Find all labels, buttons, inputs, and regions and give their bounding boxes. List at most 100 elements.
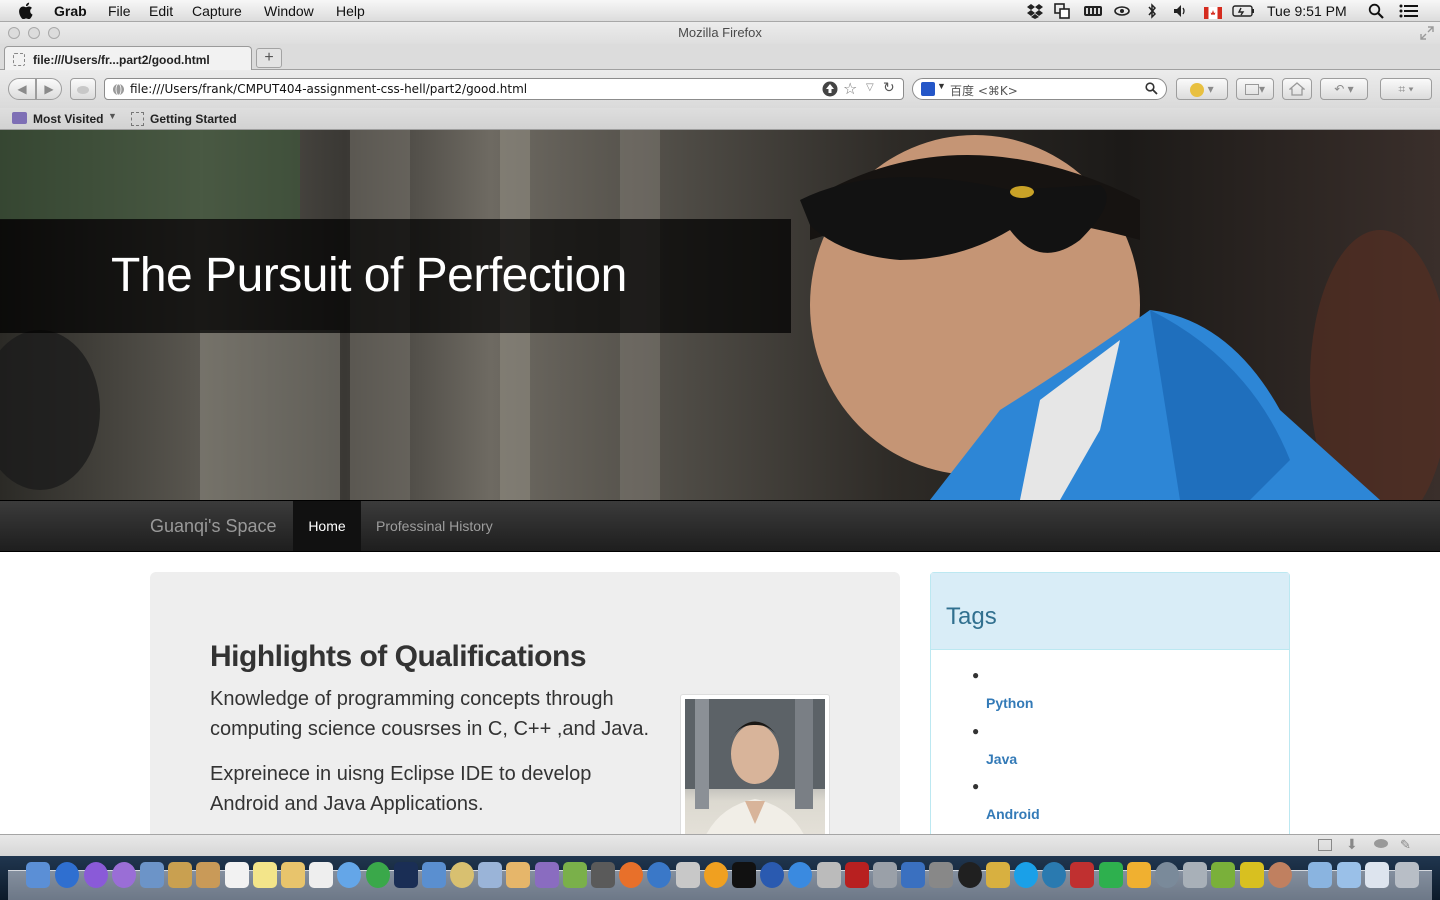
- documents-folder-icon[interactable]: [1337, 862, 1361, 888]
- rocket-icon[interactable]: [760, 862, 784, 888]
- zoom-window-button[interactable]: [48, 27, 60, 39]
- terminal-icon[interactable]: [732, 862, 756, 888]
- spotlight-search-icon[interactable]: [1368, 3, 1384, 19]
- baidu-engine-icon[interactable]: [921, 82, 935, 96]
- xcode-icon[interactable]: [422, 862, 446, 888]
- restore-icon[interactable]: [1318, 839, 1332, 851]
- qq-icon[interactable]: [958, 862, 982, 888]
- gear-icon[interactable]: [929, 862, 953, 888]
- dashboard-icon[interactable]: [1042, 862, 1066, 888]
- menu-file[interactable]: File: [108, 3, 131, 19]
- stickies-icon[interactable]: [1127, 862, 1151, 888]
- notes-icon[interactable]: [253, 862, 277, 888]
- stack-icon[interactable]: [168, 862, 192, 888]
- safari-icon[interactable]: [55, 862, 79, 888]
- feather-icon[interactable]: ✎: [1400, 837, 1411, 853]
- battery-icon[interactable]: [1232, 3, 1256, 19]
- sync-tabs-button[interactable]: [70, 78, 96, 100]
- downloads-folder-icon[interactable]: [1308, 862, 1332, 888]
- search-bar[interactable]: ▼ 百度 <⌘K>: [912, 78, 1167, 100]
- photos-icon[interactable]: [1183, 862, 1207, 888]
- database-icon[interactable]: [450, 862, 474, 888]
- wifi-app-icon[interactable]: [1240, 862, 1264, 888]
- brush-icon[interactable]: [873, 862, 897, 888]
- tag-link-android[interactable]: Android: [986, 806, 1040, 822]
- activity-icon[interactable]: [1155, 862, 1179, 888]
- photo-booth-icon[interactable]: [901, 862, 925, 888]
- bookmark-most-visited[interactable]: Most Visited: [33, 112, 103, 126]
- menu-help[interactable]: Help: [336, 3, 365, 19]
- contacts-icon[interactable]: [196, 862, 220, 888]
- ibooks-icon[interactable]: [704, 862, 728, 888]
- home-button[interactable]: [1282, 78, 1312, 100]
- undo-button[interactable]: ↶ ▾: [1320, 78, 1368, 100]
- chevron-down-icon[interactable]: ▼: [108, 111, 117, 121]
- imovie-icon[interactable]: [676, 862, 700, 888]
- back-button[interactable]: ◀: [8, 78, 36, 100]
- tag-link-python[interactable]: Python: [986, 695, 1033, 711]
- addon-button[interactable]: ▾: [1176, 78, 1228, 100]
- mission-control-icon[interactable]: [112, 862, 136, 888]
- firefox-icon[interactable]: [619, 862, 643, 888]
- tab-active[interactable]: file:///Users/fr...part2/good.html: [4, 46, 252, 71]
- dropbox-icon[interactable]: [1026, 3, 1044, 19]
- system-icon[interactable]: [817, 862, 841, 888]
- menu-window[interactable]: Window: [264, 3, 314, 19]
- nav-item-professional-history[interactable]: Professinal History: [376, 501, 493, 551]
- bookmark-star-icon[interactable]: ☆: [843, 79, 857, 98]
- messages-icon[interactable]: [337, 862, 361, 888]
- sync-icon[interactable]: [1113, 3, 1131, 19]
- utorrent-icon[interactable]: [366, 862, 390, 888]
- plane-icon[interactable]: [986, 862, 1010, 888]
- search-icon[interactable]: [1145, 82, 1158, 95]
- forward-button[interactable]: ▶: [36, 78, 62, 100]
- itunes-icon[interactable]: [647, 862, 671, 888]
- go-arrow-icon[interactable]: [822, 81, 838, 97]
- editor-icon[interactable]: [563, 862, 587, 888]
- tag-link-java[interactable]: Java: [986, 751, 1017, 767]
- site-brand[interactable]: Guanqi's Space: [150, 516, 277, 537]
- sketch-icon[interactable]: [506, 862, 530, 888]
- screenshot-button[interactable]: ▾: [1236, 78, 1274, 100]
- crop-button[interactable]: ⌗ ▾: [1380, 78, 1432, 100]
- disk-utility-icon[interactable]: [591, 862, 615, 888]
- trash-icon[interactable]: [1395, 862, 1419, 888]
- chart-app-icon[interactable]: [535, 862, 559, 888]
- addon-status-icon[interactable]: [1374, 839, 1388, 848]
- avatar-app-icon[interactable]: [1268, 862, 1292, 888]
- minimize-window-button[interactable]: [28, 27, 40, 39]
- network-icon[interactable]: [478, 862, 502, 888]
- finder-icon[interactable]: [26, 862, 50, 888]
- window-switcher-icon[interactable]: [1054, 3, 1070, 19]
- nav-item-home[interactable]: Home: [293, 501, 361, 551]
- launchpad-icon[interactable]: [84, 862, 108, 888]
- engine-dropdown-icon[interactable]: ▼: [937, 81, 946, 91]
- preview-icon[interactable]: [281, 862, 305, 888]
- mail-icon[interactable]: [140, 862, 164, 888]
- bluetooth-icon[interactable]: [1146, 3, 1158, 19]
- menubar-clock[interactable]: Tue 9:51 PM: [1267, 3, 1347, 19]
- script-editor-icon[interactable]: [1211, 862, 1235, 888]
- apple-menu-icon[interactable]: [19, 2, 35, 19]
- download-icon[interactable]: ⬇: [1346, 836, 1358, 853]
- skype-icon[interactable]: [1014, 862, 1038, 888]
- menu-app-name[interactable]: Grab: [54, 3, 87, 19]
- bookmark-getting-started[interactable]: Getting Started: [150, 112, 237, 126]
- menu-edit[interactable]: Edit: [149, 3, 173, 19]
- calendar-icon[interactable]: [225, 862, 249, 888]
- history-dropdown-icon[interactable]: ▽: [866, 82, 874, 93]
- filezilla-icon[interactable]: [845, 862, 869, 888]
- menu-capture[interactable]: Capture: [192, 3, 242, 19]
- reload-icon[interactable]: ↻: [883, 80, 895, 96]
- fullscreen-icon[interactable]: [1420, 26, 1434, 40]
- new-tab-button[interactable]: +: [256, 48, 282, 68]
- canada-flag-input-icon[interactable]: [1204, 5, 1222, 21]
- notification-center-icon[interactable]: [1399, 3, 1419, 19]
- memory-monitor-icon[interactable]: [1083, 3, 1103, 19]
- photoshop-icon[interactable]: [394, 862, 418, 888]
- address-bar[interactable]: file:///Users/frank/CMPUT404-assignment-…: [104, 78, 904, 100]
- close-window-button[interactable]: [8, 27, 20, 39]
- stack-folder-icon[interactable]: [1365, 862, 1389, 888]
- evernote-icon[interactable]: [1099, 862, 1123, 888]
- volume-icon[interactable]: [1172, 3, 1188, 19]
